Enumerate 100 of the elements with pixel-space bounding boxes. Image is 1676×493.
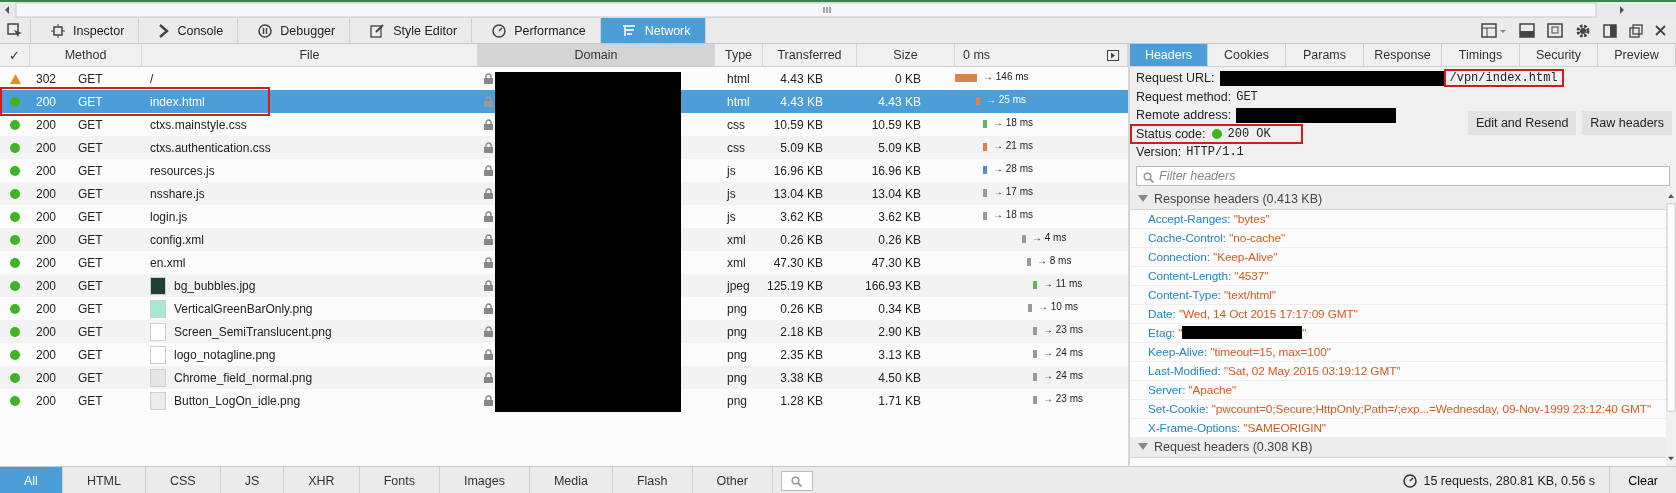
- size-cell: 0.26 KB: [878, 232, 921, 247]
- close-icon[interactable]: [1655, 25, 1666, 36]
- status-code: 200: [36, 209, 57, 224]
- request-row[interactable]: 200 GET ctxs.authentication.css css 5.09 KB 5.09 KB → 21 ms: [0, 136, 1128, 159]
- sidebar-icon[interactable]: [1603, 23, 1617, 38]
- column-header[interactable]: 0 ms: [963, 48, 991, 62]
- request-row[interactable]: 200 GET Chrome_field_normal.png png 3.38 KB 4.50 KB → 24 ms: [0, 366, 1128, 389]
- clear-button[interactable]: Clear: [1609, 467, 1676, 493]
- request-row[interactable]: 200 GET en.xml xml 47.30 KB 47.30 KB → 8 ms: [0, 251, 1128, 274]
- type-cell: png: [727, 301, 748, 316]
- file-cell: logo_notagline.png: [174, 347, 276, 362]
- status-code: 302: [36, 71, 57, 86]
- tool-tab[interactable]: Console: [139, 18, 239, 43]
- file-cell: bg_bubbles.jpg: [174, 278, 256, 293]
- status-code: 200: [36, 393, 57, 408]
- file-cell: Screen_SemiTranslucent.png: [174, 324, 332, 339]
- tool-tab[interactable]: Debugger: [238, 18, 351, 43]
- request-row[interactable]: 200 GET config.xml xml 0.26 KB 0.26 KB → 4 ms: [0, 228, 1128, 251]
- header-name: Content-Type:: [1148, 287, 1221, 302]
- tool-tab[interactable]: Inspector: [31, 18, 140, 43]
- filter-button[interactable]: Flash: [612, 467, 693, 493]
- size-cell: 1.71 KB: [878, 393, 921, 408]
- search-button[interactable]: [780, 471, 813, 491]
- request-row[interactable]: 200 GET bg_bubbles.jpg jpeg 125.19 KB 166.93 KB → 11 ms: [0, 274, 1128, 297]
- transferred-cell: 3.62 KB: [780, 209, 823, 224]
- network-icon: [620, 23, 637, 38]
- request-row[interactable]: 302 GET / html 4.43 KB 0 KB → 146 ms: [0, 67, 1128, 90]
- header-action-button[interactable]: Edit and Resend: [1467, 111, 1577, 135]
- header-value: "Keep-Alive": [1213, 249, 1278, 264]
- type-cell: png: [727, 370, 748, 385]
- column-header[interactable]: Domain: [478, 44, 715, 66]
- status-code: 200: [36, 278, 57, 293]
- column-header[interactable]: Type: [715, 44, 763, 66]
- column-header[interactable]: Transferred: [763, 44, 857, 66]
- request-row[interactable]: 200 GET resources.js js 16.96 KB 16.96 KB → 28 ms: [0, 159, 1128, 182]
- column-header[interactable]: ✓: [0, 44, 30, 66]
- status-dot-icon: [10, 96, 20, 107]
- url-value: /vpn/index.html: [1449, 71, 1558, 86]
- lock-icon: [484, 119, 493, 130]
- type-cell: css: [727, 140, 745, 155]
- size-cell: 47.30 KB: [871, 255, 921, 270]
- layout-dropdown-icon[interactable]: [1481, 22, 1507, 39]
- vertical-scrollbar[interactable]: [1666, 189, 1676, 466]
- filter-button[interactable]: Fonts: [359, 467, 440, 493]
- stopwatch-icon: [1403, 473, 1418, 488]
- header-name: Connection:: [1148, 249, 1210, 264]
- request-row[interactable]: 200 GET Screen_SemiTranslucent.png png 2.18 KB 2.90 KB → 23 ms: [0, 320, 1128, 343]
- header-name: Content-Length:: [1148, 268, 1232, 283]
- transferred-cell: 10.59 KB: [773, 117, 823, 132]
- section-header[interactable]: Response headers (0.413 KB): [1130, 189, 1666, 210]
- filter-button[interactable]: Other: [692, 467, 773, 493]
- request-row[interactable]: 200 GET nsshare.js js 13.04 KB 13.04 KB → 17 ms: [0, 182, 1128, 205]
- lock-icon: [484, 303, 493, 314]
- file-cell: ctxs.mainstyle.css: [150, 117, 247, 132]
- filter-headers-field[interactable]: Filter headers: [1136, 165, 1670, 186]
- header-name: Date:: [1148, 306, 1176, 321]
- field-label: Request method:: [1136, 89, 1232, 104]
- column-header[interactable]: Size: [857, 44, 955, 66]
- timing-label: → 25 ms: [986, 94, 1026, 105]
- request-row[interactable]: 200 GET login.js js 3.62 KB 3.62 KB → 18 ms: [0, 205, 1128, 228]
- method-cell: GET: [78, 370, 103, 385]
- expand-panel-icon[interactable]: [1107, 49, 1119, 61]
- tool-tab[interactable]: Performance: [472, 18, 601, 43]
- pause-icon: [258, 23, 273, 38]
- filter-button[interactable]: CSS: [145, 467, 221, 493]
- header-value: ": [1178, 325, 1183, 340]
- header-name: Server:: [1148, 382, 1186, 397]
- size-cell: 3.62 KB: [878, 209, 921, 224]
- type-cell: js: [727, 163, 736, 178]
- type-cell: js: [727, 186, 736, 201]
- request-row[interactable]: 200 GET VerticalGreenBarOnly.png png 0.26 KB 0.34 KB → 10 ms: [0, 297, 1128, 320]
- size-cell: 0 KB: [895, 71, 921, 86]
- request-row[interactable]: 200 GET ctxs.mainstyle.css css 10.59 KB 10.59 KB → 18 ms: [0, 113, 1128, 136]
- method-cell: GET: [78, 232, 103, 247]
- timing-label: → 28 ms: [993, 163, 1033, 174]
- split-console-icon[interactable]: [1519, 22, 1535, 39]
- warning-icon: [9, 73, 21, 84]
- column-header[interactable]: Method: [30, 44, 142, 66]
- filter-button[interactable]: Media: [529, 467, 613, 493]
- responsive-view-icon[interactable]: [1547, 22, 1563, 39]
- method-cell: GET: [78, 209, 103, 224]
- filter-button[interactable]: XHR: [284, 467, 360, 493]
- method-cell: GET: [78, 140, 103, 155]
- request-row[interactable]: 200 GET logo_notagline.png png 2.35 KB 3.13 KB → 24 ms: [0, 343, 1128, 366]
- transferred-cell: 16.96 KB: [773, 163, 823, 178]
- filter-button[interactable]: Images: [439, 467, 530, 493]
- request-row[interactable]: 200 GET Button_LogOn_idle.png png 1.28 KB 1.71 KB → 23 ms: [0, 389, 1128, 412]
- filter-button[interactable]: HTML: [62, 467, 146, 493]
- lock-icon: [484, 234, 493, 245]
- tool-tab[interactable]: Style Editor: [350, 18, 473, 43]
- popout-icon[interactable]: [1629, 23, 1643, 38]
- element-picker-icon[interactable]: [7, 22, 23, 39]
- timing-label: → 10 ms: [1038, 301, 1078, 312]
- filter-button[interactable]: JS: [220, 467, 285, 493]
- status-dot-icon: [10, 303, 20, 314]
- section-header[interactable]: Request headers (0.308 KB): [1130, 437, 1666, 458]
- inspector-icon: [51, 23, 65, 38]
- lock-icon: [484, 280, 493, 291]
- settings-icon[interactable]: [1575, 22, 1591, 39]
- header-action-button[interactable]: Raw headers: [1582, 111, 1672, 135]
